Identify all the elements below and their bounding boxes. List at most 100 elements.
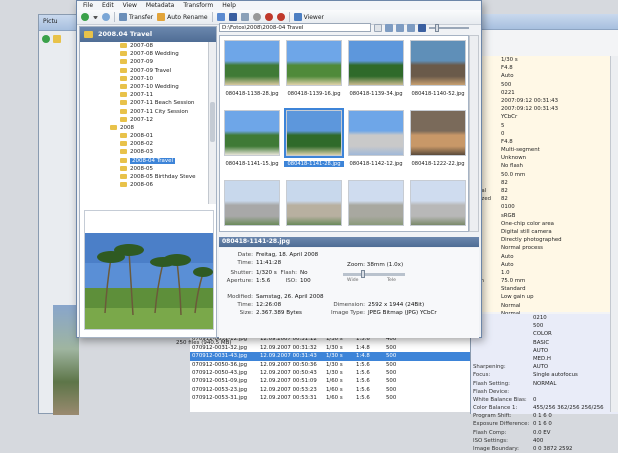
tree-scrollbar[interactable] bbox=[208, 42, 216, 204]
thumbnail-image[interactable] bbox=[284, 108, 344, 158]
tree-item[interactable]: 2007-10 Wedding bbox=[80, 83, 210, 91]
exif-row: AUTO bbox=[471, 347, 618, 355]
transfer-button[interactable]: Transfer bbox=[119, 13, 153, 21]
thumbnail-item[interactable]: 080418-1139-16.jpg bbox=[284, 40, 344, 106]
thumbnail-item[interactable]: 080418-1140-52.jpg bbox=[408, 40, 468, 106]
thumbnail-image[interactable] bbox=[348, 110, 404, 156]
exif-value: 0210 bbox=[533, 315, 547, 321]
preview-photo bbox=[85, 233, 213, 329]
auto-rename-button[interactable]: Auto Rename bbox=[157, 13, 208, 21]
tree-item[interactable]: 2008-02 bbox=[80, 140, 210, 148]
menu-item-help[interactable]: Help bbox=[222, 1, 236, 10]
thumbnail-item[interactable]: 080418-1142-12.jpg bbox=[346, 110, 406, 176]
exif-key: Program Shift: bbox=[473, 413, 512, 420]
thumbnail-view-icon[interactable] bbox=[418, 23, 426, 32]
list-view-icon[interactable] bbox=[407, 23, 415, 32]
image-icon[interactable] bbox=[216, 13, 225, 21]
exif-key: Flash Device: bbox=[473, 388, 510, 395]
tree-item[interactable]: 2007-11 bbox=[80, 91, 210, 99]
folder-icon bbox=[120, 165, 127, 171]
thumbnail-image[interactable] bbox=[410, 110, 466, 156]
table-row[interactable]: 070912-0051-09.jpg 12.09.2007 00:51:09 1/6… bbox=[190, 377, 470, 385]
folder-icon bbox=[120, 133, 127, 139]
tree-item[interactable]: 2007-10 bbox=[80, 75, 210, 83]
thumbnail-image[interactable] bbox=[348, 40, 404, 86]
thumbnail-scrollbar[interactable] bbox=[469, 35, 479, 232]
folder-icon bbox=[84, 31, 93, 38]
exif-row: No flash bbox=[471, 162, 618, 170]
table-row[interactable]: 070912-0050-36.jpg 12.09.2007 00:50:36 1/3… bbox=[190, 361, 470, 369]
thumbnail-image[interactable] bbox=[224, 180, 280, 226]
folder-tree: 2007-08 2007-08 Wedding 2007-09 2007-09 Tra… bbox=[80, 42, 210, 204]
table-row[interactable]: 070912-0053-31.jpg 12.09.2007 00:53:31 1/6… bbox=[190, 394, 470, 402]
table-row[interactable]: 070912-0031-32.jpg 12.09.2007 00:31:32 1/3… bbox=[190, 344, 470, 352]
thumbnail-image[interactable] bbox=[410, 180, 466, 226]
scroll-thumb[interactable] bbox=[210, 102, 215, 142]
tree-item[interactable]: 2007-12 bbox=[80, 116, 210, 124]
menu-item-transform[interactable]: Transform bbox=[183, 1, 213, 10]
tree-item[interactable]: 2007-11 Beach Session bbox=[80, 99, 210, 107]
forward-icon[interactable] bbox=[102, 13, 110, 21]
exif-value: 82 bbox=[501, 188, 508, 194]
back-icon[interactable] bbox=[42, 35, 50, 43]
rotate-left-icon[interactable] bbox=[264, 13, 273, 21]
thumbnail-image[interactable] bbox=[348, 180, 404, 226]
details-view-icon[interactable] bbox=[385, 23, 393, 32]
viewer-button[interactable]: Viewer bbox=[293, 13, 324, 21]
thumbnail-item[interactable] bbox=[284, 180, 344, 231]
chevron-down-icon[interactable] bbox=[374, 23, 382, 32]
gear-icon[interactable] bbox=[252, 13, 261, 21]
rotate-right-icon[interactable] bbox=[276, 13, 285, 21]
tree-item[interactable]: 2008 bbox=[80, 124, 210, 132]
tree-item[interactable]: 2007-09 Travel bbox=[80, 67, 210, 75]
tree-item[interactable]: 2007-11 City Session bbox=[80, 108, 210, 116]
thumbnail-item[interactable]: 080418-1138-28.jpg bbox=[222, 40, 282, 106]
chevron-down-icon[interactable] bbox=[93, 15, 98, 19]
thumbnail-item[interactable]: 080418-1222-22.jpg bbox=[408, 110, 468, 176]
tree-item[interactable]: 2008-06 bbox=[80, 181, 210, 189]
thumbnail-image[interactable] bbox=[286, 40, 342, 86]
list-icon[interactable] bbox=[240, 13, 249, 21]
folder-icon bbox=[120, 59, 127, 65]
tree-item[interactable]: 2008-05 bbox=[80, 165, 210, 173]
thumbnail-image[interactable] bbox=[286, 180, 342, 226]
thumbnail-item[interactable]: 080418-1139-34.jpg bbox=[346, 40, 406, 106]
thumbnail-image[interactable] bbox=[224, 40, 280, 86]
sort-icon[interactable] bbox=[396, 23, 404, 32]
tree-item[interactable]: 2007-09 bbox=[80, 58, 210, 66]
thumbnail-item[interactable] bbox=[346, 180, 406, 231]
menu-item-view[interactable]: View bbox=[123, 1, 137, 10]
tree-item[interactable]: 2008-01 bbox=[80, 132, 210, 140]
grid-icon[interactable] bbox=[228, 13, 237, 21]
exif-row: F4.8 bbox=[471, 138, 618, 146]
table-row[interactable]: 070912-0050-43.jpg 12.09.2007 00:50:43 1/3… bbox=[190, 369, 470, 377]
tree-item[interactable]: 2008-05 Birthday Steve bbox=[80, 173, 210, 181]
tree-item[interactable]: 2007-08 bbox=[80, 42, 210, 50]
menu-item-metadata[interactable]: Metadata bbox=[146, 1, 174, 10]
exif-key: Sharpening: bbox=[473, 364, 506, 371]
thumbnail-item[interactable]: 080418-1141-15.jpg bbox=[222, 110, 282, 176]
tree-item[interactable]: 2007-08 Wedding bbox=[80, 50, 210, 58]
rename-icon bbox=[157, 13, 166, 21]
folder-icon[interactable] bbox=[53, 35, 61, 43]
exif-row: MED.H bbox=[471, 355, 618, 363]
menu-item-file[interactable]: File bbox=[83, 1, 93, 10]
thumbnail-item[interactable] bbox=[408, 180, 468, 231]
thumbnail-image[interactable] bbox=[224, 110, 280, 156]
thumbnail-caption: 080418-1139-16.jpg bbox=[287, 91, 341, 97]
back-icon[interactable] bbox=[81, 13, 89, 21]
thumbnail-item[interactable]: 080418-1141-28.jpg bbox=[284, 108, 344, 176]
exif-panel-lower: 0210 500 COLOR BASIC AUTO MED.H Sharpening: AUT… bbox=[471, 314, 618, 452]
slider-knob[interactable] bbox=[435, 23, 439, 32]
thumbnail-item[interactable] bbox=[222, 180, 282, 231]
thumbnail-image[interactable] bbox=[410, 40, 466, 86]
table-row[interactable]: 070912-0031-43.jpg 12.09.2007 00:31:43 1/3… bbox=[190, 352, 470, 361]
menu-item-edit[interactable]: Edit bbox=[102, 1, 114, 10]
path-input[interactable]: D:\Fotos\2008\2008-04 Travel bbox=[219, 23, 371, 32]
tree-item[interactable]: 2008-04 Travel bbox=[80, 157, 210, 165]
tree-item[interactable]: 2008-03 bbox=[80, 148, 210, 156]
thumbnail-size-slider[interactable] bbox=[429, 23, 469, 32]
table-row[interactable]: 070912-0053-23.jpg 12.09.2007 00:53:23 1/6… bbox=[190, 386, 470, 394]
zoom-tele-label: Tele bbox=[387, 278, 396, 283]
exif-scrollbar[interactable] bbox=[610, 56, 618, 412]
